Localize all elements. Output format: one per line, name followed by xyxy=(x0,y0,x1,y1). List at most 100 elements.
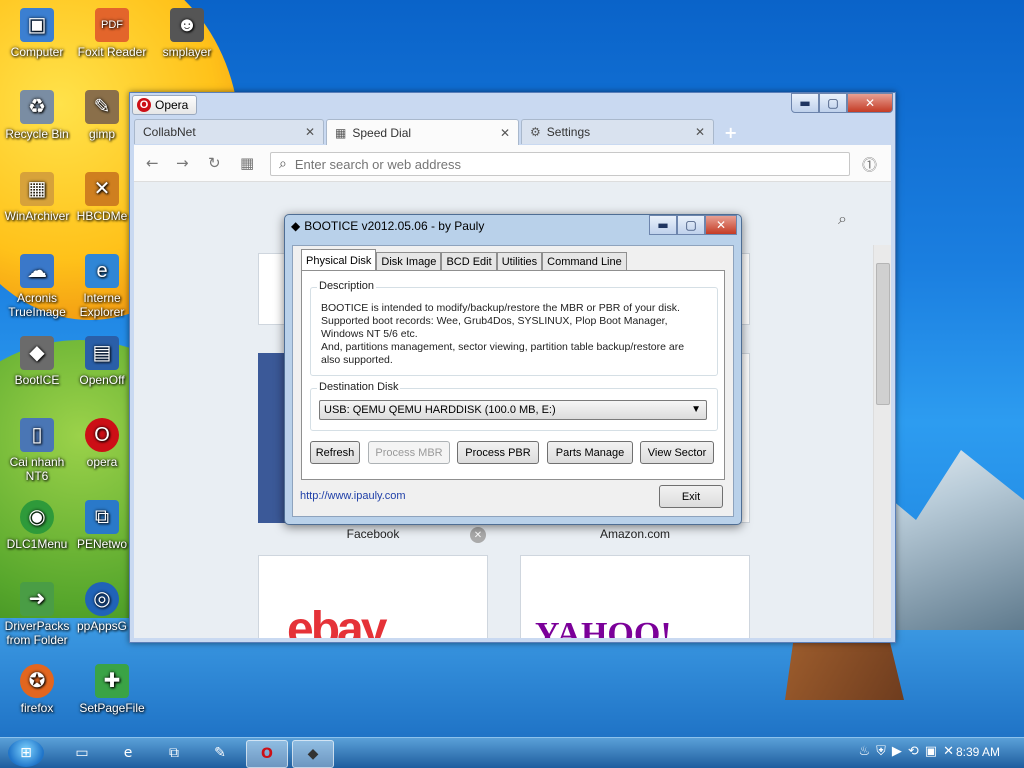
desktop-icon-setpagefile[interactable]: ✚ SetPageFile xyxy=(72,664,152,715)
tab-utilities[interactable]: Utilities xyxy=(496,252,543,271)
opera-menu-button[interactable]: O Opera xyxy=(132,95,198,115)
firefox-icon: ✪ xyxy=(20,664,54,698)
desktop-icon-label: Cai nhanh NT6 xyxy=(9,455,65,483)
speed-dial-search-icon[interactable]: ⌕ xyxy=(838,209,847,229)
refresh-button[interactable]: Refresh xyxy=(310,441,360,464)
desktop-icon-computer[interactable]: ▣ Computer xyxy=(0,8,77,59)
tray-speaker-icon[interactable]: ♨ xyxy=(858,744,870,759)
taskbar-opera-button[interactable]: O xyxy=(246,740,288,768)
tray-volume-muted-icon[interactable]: ✕ xyxy=(943,744,954,759)
close-tab-icon[interactable]: ✕ xyxy=(695,125,705,139)
bootice-app-icon: ◆ xyxy=(291,219,301,233)
physical-disk-panel: Description BOOTICE is intended to modif… xyxy=(301,270,725,480)
tab-physical-disk[interactable]: Physical Disk xyxy=(301,249,377,271)
desktop-icon-recycle-bin[interactable]: ♻ Recycle Bin xyxy=(0,90,77,141)
tab-label: Speed Dial xyxy=(352,125,412,140)
start-button[interactable]: ⊞ xyxy=(8,739,44,767)
bootice-title: BOOTICE v2012.05.06 - by Pauly xyxy=(304,219,485,233)
desktop-icon-hbcdme[interactable]: ✕ HBCDMe xyxy=(72,172,132,223)
taskbar-explorer-icon[interactable]: ▭ xyxy=(62,740,102,766)
new-tab-button[interactable]: + xyxy=(724,123,737,142)
desktop-icon-internet-explorer[interactable]: e Interne Explorer xyxy=(72,254,132,319)
desktop-icon-opera[interactable]: O opera xyxy=(72,418,132,469)
opera-titlebar[interactable]: O Opera ▬ ▢ ✕ xyxy=(130,93,895,119)
remove-tile-icon[interactable]: ✕ xyxy=(470,527,486,543)
desktop-icon-openoffice[interactable]: ▤ OpenOff xyxy=(72,336,132,387)
scrollbar-thumb[interactable] xyxy=(876,263,890,405)
desktop-icon-smplayer[interactable]: ☻ smplayer xyxy=(147,8,227,59)
desktop-icon-label: WinArchiver xyxy=(4,209,70,223)
taskbar-network-icon[interactable]: ⧉ xyxy=(154,740,194,766)
desktop-icon-acronis[interactable]: ☁ Acronis TrueImage xyxy=(0,254,77,319)
close-tab-icon[interactable]: ✕ xyxy=(500,126,510,140)
close-button[interactable]: ✕ xyxy=(847,93,893,113)
openoffice-icon: ▤ xyxy=(85,336,119,370)
ipauly-link[interactable]: http://www.ipauly.com xyxy=(300,490,406,502)
tray-shield-icon[interactable]: ⛨ xyxy=(876,744,886,759)
minimize-button[interactable]: ▬ xyxy=(791,93,819,113)
desktop-icon-foxit-reader[interactable]: PDF Foxit Reader xyxy=(72,8,152,59)
installer-icon: ▯ xyxy=(20,418,54,452)
opera-menu-label: Opera xyxy=(155,98,189,112)
update-icon[interactable]: ⓵ xyxy=(862,154,877,175)
forward-button[interactable]: → xyxy=(176,154,189,172)
destination-disk-value: USB: QEMU QEMU HARDDISK (100.0 MB, E:) xyxy=(324,404,556,416)
view-sector-button[interactable]: View Sector xyxy=(640,441,714,464)
parts-manage-button[interactable]: Parts Manage xyxy=(547,441,633,464)
desktop-icon-driverpacks[interactable]: ➜ DriverPacks from Folder xyxy=(0,582,77,647)
tab-bcd-edit[interactable]: BCD Edit xyxy=(441,252,497,271)
bootice-maximize-button[interactable]: ▢ xyxy=(677,215,705,235)
tile-label-facebook: Facebook xyxy=(346,527,400,541)
taskbar-notes-icon[interactable]: ✎ xyxy=(200,740,240,766)
destination-disk-select[interactable]: USB: QEMU QEMU HARDDISK (100.0 MB, E:) ▼ xyxy=(319,400,707,420)
tab-disk-image[interactable]: Disk Image xyxy=(376,252,442,271)
address-input[interactable] xyxy=(292,155,837,173)
desktop-icon-bootice[interactable]: ◆ BootICE xyxy=(0,336,77,387)
tray-sync-icon[interactable]: ⟲ xyxy=(908,744,919,759)
bootice-icon: ◆ xyxy=(20,336,54,370)
bootice-close-button[interactable]: ✕ xyxy=(705,215,737,235)
desktop-icon-label: gimp xyxy=(88,127,115,141)
desktop-icon-dlc1menu[interactable]: ◉ DLC1Menu xyxy=(0,500,77,551)
bootice-body: Physical Disk Disk Image BCD Edit Utilit… xyxy=(292,245,734,517)
process-mbr-button[interactable]: Process MBR xyxy=(368,441,450,464)
desktop-icon-label: Interne Explorer xyxy=(79,291,125,319)
close-tab-icon[interactable]: ✕ xyxy=(305,125,315,139)
speed-dial-tile-yahoo[interactable]: YAHOO! xyxy=(520,555,750,638)
desktop-icon-cai-nhanh[interactable]: ▯ Cai nhanh NT6 xyxy=(0,418,77,483)
maximize-button[interactable]: ▢ xyxy=(819,93,847,113)
description-line: Windows NT 5/6 etc. xyxy=(321,328,418,340)
tray-play-icon[interactable]: ▶ xyxy=(892,744,902,759)
tab-collabnet[interactable]: CollabNet ✕ xyxy=(134,119,324,144)
vertical-scrollbar[interactable] xyxy=(873,245,891,638)
bootice-minimize-button[interactable]: ▬ xyxy=(649,215,677,235)
speed-dial-button[interactable]: ▦ xyxy=(240,154,254,172)
desktop-icon-label: Foxit Reader xyxy=(77,45,147,59)
tray-network-icon[interactable]: ▣ xyxy=(925,744,937,759)
reload-button[interactable]: ↻ xyxy=(208,154,221,172)
bootice-titlebar[interactable]: ◆ BOOTICE v2012.05.06 - by Pauly xyxy=(291,219,484,233)
process-pbr-button[interactable]: Process PBR xyxy=(457,441,539,464)
tab-command-line[interactable]: Command Line xyxy=(542,252,627,271)
desktop-icon-firefox[interactable]: ✪ firefox xyxy=(0,664,77,715)
desktop-icon-penetwork[interactable]: ⧉ PENetwo xyxy=(72,500,132,551)
desktop-icon-winarchiver[interactable]: ▦ WinArchiver xyxy=(0,172,77,223)
speed-dial-tile-ebay[interactable]: ebay xyxy=(258,555,488,638)
taskbar-bootice-button[interactable]: ◆ xyxy=(292,740,334,768)
back-button[interactable]: ← xyxy=(146,154,159,172)
address-bar[interactable]: ⌕ xyxy=(270,152,850,176)
gear-icon: ⚙ xyxy=(530,125,541,139)
desktop-icon-gimp[interactable]: ✎ gimp xyxy=(72,90,132,141)
bootice-tabs: Physical Disk Disk Image BCD Edit Utilit… xyxy=(301,249,627,271)
desktop-icon-label: SetPageFile xyxy=(79,701,145,715)
exit-button[interactable]: Exit xyxy=(659,485,723,508)
taskbar-ie-icon[interactable]: e xyxy=(108,740,148,766)
tab-speed-dial[interactable]: ▦ Speed Dial ✕ xyxy=(326,119,519,145)
clock[interactable]: 8:39 AM xyxy=(956,745,1000,759)
desktop-icon-ppappsg[interactable]: ◎ ppAppsG xyxy=(72,582,132,633)
system-tray: ♨ ⛨ ▶ ⟲ ▣ ✕ xyxy=(858,744,954,759)
tile-label-amazon: Amazon.com xyxy=(599,527,671,541)
tab-settings[interactable]: ⚙ Settings ✕ xyxy=(521,119,714,144)
yahoo-logo: YAHOO! xyxy=(535,616,672,638)
gimp-icon: ✎ xyxy=(85,90,119,124)
